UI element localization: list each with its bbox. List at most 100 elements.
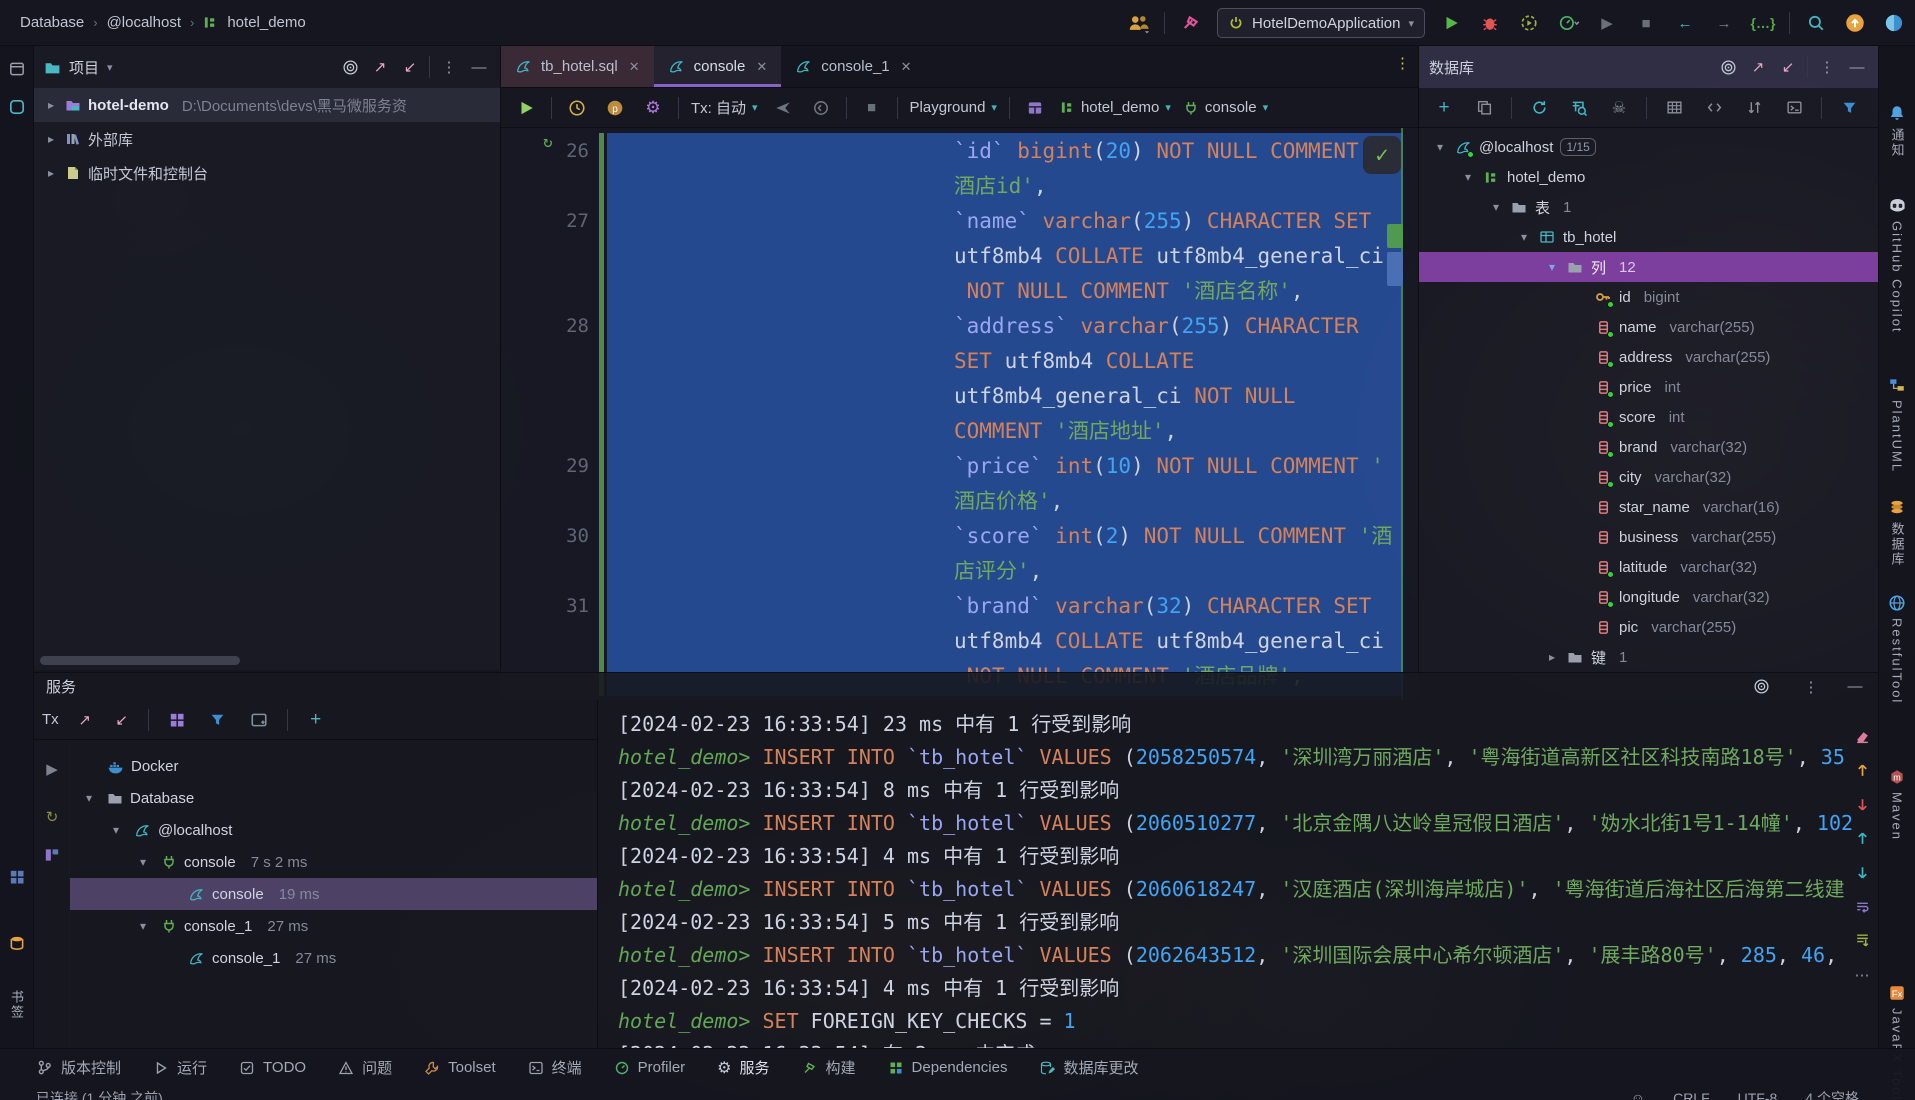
db-tree-row-longitude[interactable]: longitude varchar(32) — [1419, 582, 1878, 612]
db-tree-row-pic[interactable]: pic varchar(255) — [1419, 612, 1878, 642]
project-tree-row[interactable]: ▸ hotel-demo D:\Documents\devs\黑马微服务资 — [34, 88, 500, 122]
stripe-item-GitHub Copilot[interactable]: GitHub Copilot — [1879, 196, 1915, 334]
scroll-to-end-icon[interactable] — [1854, 932, 1871, 949]
expand-icon[interactable]: ↗ — [369, 56, 391, 78]
scroll-down-icon[interactable] — [1854, 864, 1871, 881]
db-tree-row-tb_hotel[interactable]: ▾ tb_hotel — [1419, 222, 1878, 252]
tool-window-tab-数据库更改[interactable]: 数据库更改 — [1039, 1057, 1138, 1078]
add-datasource-icon[interactable]: + — [1431, 95, 1457, 121]
back-arrow-icon[interactable]: ← — [1672, 10, 1698, 36]
rerun-coverage-icon[interactable] — [1516, 10, 1542, 36]
users-icon[interactable] — [1125, 10, 1151, 36]
db-tree-row-brand[interactable]: brand varchar(32) — [1419, 432, 1878, 462]
stripe-item-数据库[interactable]: 数据库 — [1879, 498, 1915, 567]
chevron-down-icon[interactable]: ▾ — [1489, 200, 1503, 214]
scrollbar-thumb[interactable] — [1387, 252, 1403, 286]
connection-status[interactable]: 已连接 (1 分钟 之前) — [36, 1088, 163, 1100]
tool-window-tab-Profiler[interactable]: Profiler — [614, 1059, 685, 1076]
chevron-down-icon[interactable]: ▾ — [107, 61, 113, 74]
playground-select[interactable]: Playground ▾ — [910, 99, 997, 116]
filter-funnel-icon[interactable] — [205, 707, 231, 733]
db-tree-row-@localhost[interactable]: ▾ @localhost 1/15 — [1419, 132, 1878, 162]
tool-window-tab-运行[interactable]: 运行 — [153, 1057, 207, 1078]
code-braces-icon[interactable]: {…} — [1750, 10, 1776, 36]
ide-settings-icon[interactable] — [1881, 10, 1907, 36]
close-icon[interactable]: ✕ — [629, 59, 640, 75]
build-hammer-pink-icon[interactable] — [1178, 10, 1204, 36]
stripe-item-PlantUML[interactable]: PlantUML — [1879, 376, 1915, 473]
layout-icon[interactable] — [41, 844, 63, 866]
collapse-icon[interactable]: ↙ — [1777, 56, 1799, 78]
db-tree-row-name[interactable]: name varchar(255) — [1419, 312, 1878, 342]
project-tree-row[interactable]: ▸ 外部库 — [34, 122, 500, 156]
bookmarks-stripe-item[interactable]: 书签 — [0, 990, 33, 1020]
stripe-item-RestfulTool[interactable]: RestfulTool — [1879, 594, 1915, 704]
chevron-right-icon[interactable]: ▸ — [1545, 650, 1559, 664]
chevron-down-icon[interactable]: ▾ — [140, 919, 154, 933]
editor-tab-console[interactable]: console ✕ — [653, 46, 782, 87]
settings-gear-icon[interactable]: ⚙ — [640, 95, 666, 121]
tool-window-tab-Dependencies[interactable]: Dependencies — [888, 1059, 1007, 1076]
debug-button[interactable] — [1477, 10, 1503, 36]
hide-panel-icon[interactable]: — — [1846, 56, 1868, 78]
chevron-down-icon[interactable]: ▾ — [1517, 230, 1531, 244]
code-editor[interactable]: ↻ 26`id` bigint(20) NOT NULL COMMENT '酒店… — [501, 128, 1418, 700]
locate-target-icon[interactable] — [1750, 676, 1772, 698]
chevron-down-icon[interactable]: ▾ — [1461, 170, 1475, 184]
tool-window-tab-终端[interactable]: 终端 — [528, 1057, 582, 1078]
services-tree-row-Database[interactable]: ▾ Database — [70, 782, 597, 814]
parameters-icon[interactable]: p — [602, 95, 628, 121]
sort-icon[interactable] — [1741, 95, 1767, 121]
more-options-icon[interactable]: ⋮ — [438, 56, 460, 78]
chevron-right-icon[interactable]: ▸ — [44, 166, 58, 180]
stripe-item-通知[interactable]: 通知 — [1879, 104, 1915, 158]
services-stripe-icon[interactable] — [0, 868, 33, 886]
services-tree-row-Docker[interactable]: Docker — [70, 750, 597, 782]
table-grid-icon[interactable] — [1661, 95, 1687, 121]
editor-tab-tb_hotel.sql[interactable]: tb_hotel.sql ✕ — [501, 46, 654, 87]
horizontal-scrollbar[interactable] — [40, 656, 240, 665]
breadcrumb-item[interactable]: Database — [20, 14, 84, 31]
db-tree-row-表[interactable]: ▾ 表 1 — [1419, 192, 1878, 222]
tool-window-tab-TODO[interactable]: TODO — [239, 1059, 306, 1076]
inspections-ok-icon[interactable]: ✓ — [1363, 136, 1401, 174]
tool-window-tab-问题[interactable]: 问题 — [338, 1057, 392, 1078]
db-tree-row-hotel_demo[interactable]: ▾ hotel_demo — [1419, 162, 1878, 192]
db-tree-row-score[interactable]: score int — [1419, 402, 1878, 432]
tx-mode-select[interactable]: Tx: 自动 ▾ — [691, 97, 758, 118]
stripe-item-Maven[interactable]: m Maven — [1879, 768, 1915, 841]
tool-window-tab-版本控制[interactable]: 版本控制 — [36, 1057, 121, 1078]
collapse-icon[interactable]: ↙ — [399, 56, 421, 78]
add-service-icon[interactable]: + — [303, 707, 329, 733]
prev-statement-icon[interactable] — [1854, 762, 1871, 779]
duplicate-icon[interactable] — [1471, 95, 1497, 121]
commit-stripe-icon[interactable] — [0, 98, 33, 116]
services-tree-row-@localhost[interactable]: ▾ @localhost — [70, 814, 597, 846]
restart-icon[interactable]: ↻ — [41, 806, 63, 828]
line-ending-widget[interactable]: CRLF — [1673, 1090, 1710, 1100]
more-icon[interactable]: ⋯ — [1855, 966, 1871, 984]
search-everywhere-icon[interactable] — [1803, 10, 1829, 36]
more-options-icon[interactable]: ⋮ — [1816, 56, 1838, 78]
services-tree-row-console[interactable]: ▾ console 7 s 2 ms — [70, 846, 597, 878]
breadcrumb-item[interactable]: hotel_demo — [227, 14, 305, 31]
table-search-icon[interactable] — [1566, 95, 1592, 121]
chevron-down-icon[interactable]: ▾ — [86, 791, 100, 805]
schema-select[interactable]: hotel_demo ▾ — [1060, 99, 1171, 116]
skull-icon[interactable]: ☠ — [1606, 95, 1632, 121]
expand-icon[interactable]: ↗ — [74, 709, 96, 731]
database-stripe-icon[interactable] — [0, 934, 33, 952]
execute-button[interactable] — [513, 95, 539, 121]
db-tree-row-列[interactable]: ▾ 列 12 — [1419, 252, 1878, 282]
services-tree-row-console_1[interactable]: console_1 27 ms — [70, 942, 597, 974]
editor-tab-console_1[interactable]: console_1 ✕ — [781, 46, 925, 87]
breadcrumb-item[interactable]: @localhost — [107, 14, 181, 31]
window-stripe-icon[interactable] — [0, 60, 33, 78]
filter-funnel-icon[interactable] — [1836, 95, 1862, 121]
chevron-down-icon[interactable]: ▾ — [140, 855, 154, 869]
project-tree-row[interactable]: ▸ 临时文件和控制台 — [34, 156, 500, 190]
clear-console-icon[interactable] — [1854, 728, 1871, 745]
db-tree-row-city[interactable]: city varchar(32) — [1419, 462, 1878, 492]
db-tree-row-star_name[interactable]: star_name varchar(16) — [1419, 492, 1878, 522]
chevron-down-icon[interactable]: ▾ — [1433, 140, 1447, 154]
